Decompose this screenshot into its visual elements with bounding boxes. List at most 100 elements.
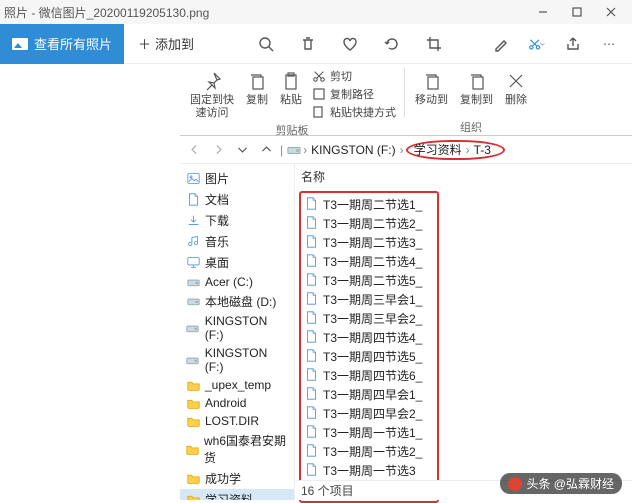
sidebar-item[interactable]: KINGSTON (F:) xyxy=(180,312,294,344)
file-item[interactable]: T3一期周二节选1_ xyxy=(303,195,435,214)
moveto-icon xyxy=(422,70,442,92)
titlebar: 照片 - 微信图片_20200119205130.png xyxy=(0,0,632,24)
sidebar-item[interactable]: Android xyxy=(180,394,294,412)
file-name: T3一期周四节选6_ xyxy=(323,367,422,384)
sidebar-item-label: KINGSTON (F:) xyxy=(205,346,288,374)
sidebar-item[interactable]: 学习资料 xyxy=(180,489,294,500)
copyto-button[interactable]: 复制到 xyxy=(454,66,499,107)
up-button[interactable] xyxy=(256,140,276,160)
drive-icon xyxy=(186,321,200,335)
file-icon xyxy=(305,292,318,308)
sidebar-item[interactable]: 本地磁盘 (D:) xyxy=(180,291,294,312)
back-button[interactable] xyxy=(184,140,204,160)
cut-button[interactable]: 剪切 xyxy=(312,68,396,84)
sidebar-item[interactable]: 桌面 xyxy=(180,252,294,273)
sidebar-item[interactable]: wh6国泰君安期货 xyxy=(180,430,294,468)
file-item[interactable]: T3一期周四早会2_ xyxy=(303,404,435,423)
file-icon xyxy=(305,406,318,422)
column-header-name[interactable]: 名称 xyxy=(299,164,628,189)
file-item[interactable]: T3一期周二节选5_ xyxy=(303,271,435,290)
sidebar-item[interactable]: 图片 xyxy=(180,168,294,189)
copypath-button[interactable]: 复制路径 xyxy=(312,86,396,102)
rotate-icon[interactable] xyxy=(383,35,401,53)
plus-icon: ＋ xyxy=(138,34,151,53)
sidebar-item-label: wh6国泰君安期货 xyxy=(204,432,288,466)
window-title: 照片 - 微信图片_20200119205130.png xyxy=(4,4,526,21)
photo-toolbar: 查看所有照片 ＋ 添加到 ⋯ xyxy=(0,24,632,64)
file-name: T3一期周四早会2_ xyxy=(323,405,422,422)
scissors-icon[interactable] xyxy=(528,35,546,53)
recent-dropdown[interactable] xyxy=(232,140,252,160)
sidebar-item[interactable]: 下载 xyxy=(180,210,294,231)
file-item[interactable]: T3一期周四早会1_ xyxy=(303,385,435,404)
sidebar-item[interactable]: LOST.DIR xyxy=(180,412,294,430)
file-icon xyxy=(305,273,318,289)
crop-icon[interactable] xyxy=(425,35,443,53)
more-icon[interactable]: ⋯ xyxy=(600,35,618,53)
paste-icon xyxy=(281,70,301,92)
breadcrumb-seg[interactable]: T-3 xyxy=(472,142,493,158)
file-name: T3一期周四节选4_ xyxy=(323,329,422,346)
copy-button[interactable]: 复制 xyxy=(240,66,274,107)
file-name: T3一期周一节选2_ xyxy=(323,443,422,460)
file-item[interactable]: T3一期周四节选4_ xyxy=(303,328,435,347)
breadcrumb-seg[interactable]: KINGSTON (F:) xyxy=(309,142,397,158)
sidebar-item[interactable]: _upex_temp xyxy=(180,376,294,394)
breadcrumb-seg[interactable]: 学习资料 xyxy=(412,140,464,159)
file-item[interactable]: T3一期周一节选1_ xyxy=(303,423,435,442)
edit-icon[interactable] xyxy=(492,35,510,53)
download-icon xyxy=(186,214,200,228)
sidebar-item[interactable]: KINGSTON (F:) xyxy=(180,344,294,376)
breadcrumb[interactable]: › KINGSTON (F:) › 学习资料 › T-3 xyxy=(287,140,505,160)
desktop-icon xyxy=(186,256,200,270)
delete-icon[interactable] xyxy=(299,35,317,53)
sidebar-item-label: LOST.DIR xyxy=(205,414,259,428)
pin-icon xyxy=(202,70,222,92)
file-item[interactable]: T3一期周三早会1_ xyxy=(303,290,435,309)
zoom-icon[interactable] xyxy=(257,35,275,53)
file-item[interactable]: T3一期周二节选3_ xyxy=(303,233,435,252)
share-icon[interactable] xyxy=(564,35,582,53)
sidebar-item-label: 图片 xyxy=(205,170,229,187)
file-name: T3一期周二节选5_ xyxy=(323,272,422,289)
sidebar-item[interactable]: 成功学 xyxy=(180,468,294,489)
pasteshortcut-button[interactable]: 粘贴快捷方式 xyxy=(312,104,396,120)
ribbon: 固定到快 速访问 复制 粘贴 剪切 复制路径 粘贴快捷方式 剪贴板 xyxy=(180,64,632,136)
file-icon xyxy=(305,311,318,327)
file-item[interactable]: T3一期周一节选3 xyxy=(303,461,435,480)
file-icon xyxy=(305,387,318,403)
file-name: T3一期周二节选1_ xyxy=(323,196,422,213)
file-name: T3一期周三早会2_ xyxy=(323,310,422,327)
file-item[interactable]: T3一期周四节选5_ xyxy=(303,347,435,366)
delete-button[interactable]: 删除 xyxy=(499,66,533,107)
sidebar-item[interactable]: Acer (C:) xyxy=(180,273,294,291)
close-button[interactable] xyxy=(594,0,628,24)
view-all-photos-button[interactable]: 查看所有照片 xyxy=(0,24,124,64)
forward-button[interactable] xyxy=(208,140,228,160)
heart-icon[interactable] xyxy=(341,35,359,53)
paste-button[interactable]: 粘贴 xyxy=(274,66,308,107)
folder-icon xyxy=(186,396,200,410)
file-list[interactable]: 名称 T3一期周二节选1_T3一期周二节选2_T3一期周二节选3_T3一期周二节… xyxy=(295,164,632,500)
add-to-button[interactable]: ＋ 添加到 xyxy=(124,24,208,64)
sidebar-item-label: 下载 xyxy=(205,212,229,229)
item-count: 16 个项目 xyxy=(301,482,354,499)
file-item[interactable]: T3一期周三早会2_ xyxy=(303,309,435,328)
file-item[interactable]: T3一期周二节选4_ xyxy=(303,252,435,271)
sidebar-item[interactable]: 文档 xyxy=(180,189,294,210)
sidebar-item-label: 本地磁盘 (D:) xyxy=(205,293,276,310)
minimize-button[interactable] xyxy=(526,0,560,24)
moveto-button[interactable]: 移动到 xyxy=(409,66,454,107)
file-item[interactable]: T3一期周二节选2_ xyxy=(303,214,435,233)
maximize-button[interactable] xyxy=(560,0,594,24)
sidebar-item-label: 音乐 xyxy=(205,233,229,250)
file-name: T3一期周一节选3 xyxy=(323,462,416,479)
file-name: T3一期周一节选1_ xyxy=(323,424,422,441)
sidebar-item[interactable]: 音乐 xyxy=(180,231,294,252)
file-icon xyxy=(305,197,318,213)
pin-quickaccess-button[interactable]: 固定到快 速访问 xyxy=(184,66,240,119)
file-item[interactable]: T3一期周一节选2_ xyxy=(303,442,435,461)
file-item[interactable]: T3一期周四节选6_ xyxy=(303,366,435,385)
sidebar-item-label: _upex_temp xyxy=(205,378,271,392)
navigation-pane[interactable]: 图片文档下载音乐桌面Acer (C:) 本地磁盘 (D:) KINGSTON (F:… xyxy=(180,164,295,500)
